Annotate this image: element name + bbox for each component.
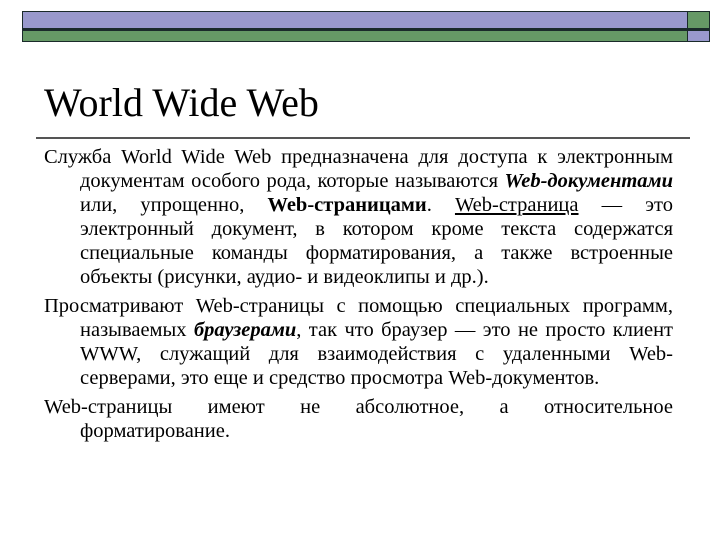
slide-title: World Wide Web bbox=[44, 80, 319, 125]
paragraph-2: Просматривают Web-страницы с помощью спе… bbox=[44, 294, 673, 390]
term-browsers: браузерами bbox=[193, 319, 297, 341]
header-bar-green bbox=[22, 29, 688, 42]
header-bar-lavender bbox=[22, 11, 688, 29]
paragraph-3: Web-страницы имеют не абсолютное, а отно… bbox=[44, 395, 673, 443]
text-run: . bbox=[426, 194, 455, 216]
term-web-page-underlined: Web-страница bbox=[454, 194, 579, 216]
term-web-pages: Web-страницами bbox=[267, 194, 427, 216]
slide-body: Служба World Wide Web предназначена для … bbox=[44, 145, 673, 448]
header-square-lavender bbox=[687, 29, 710, 42]
paragraph-1: Служба World Wide Web предназначена для … bbox=[44, 145, 673, 289]
title-divider bbox=[36, 137, 690, 139]
text-run: или, упрощенно, bbox=[80, 194, 268, 216]
term-web-documents: Web-документами bbox=[504, 170, 673, 192]
text-run: Web-страницы имеют не абсолютное, а отно… bbox=[44, 396, 673, 442]
header-square-green bbox=[687, 11, 710, 29]
